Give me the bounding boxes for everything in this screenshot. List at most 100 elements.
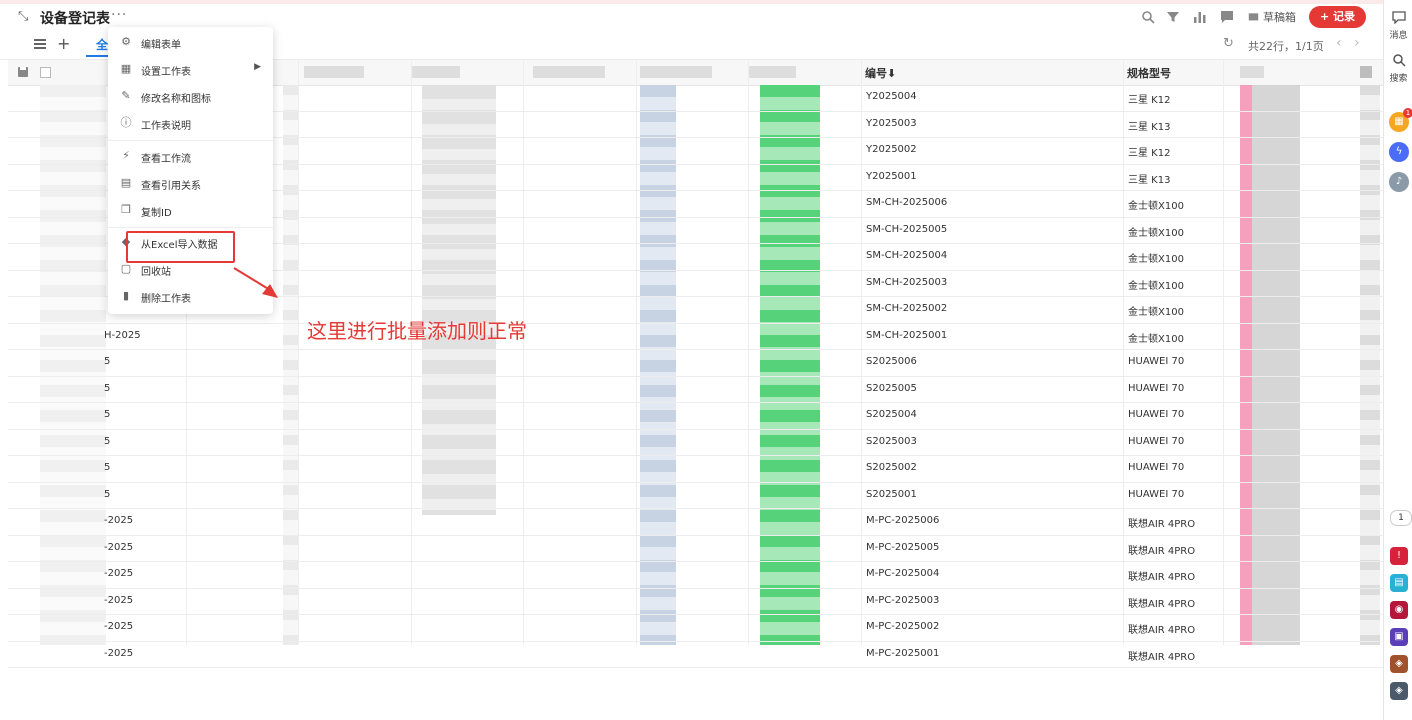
menu-item-4[interactable]: ⚡ 查看工作流 (108, 144, 273, 170)
warning-icon[interactable]: ! (1390, 547, 1408, 565)
menu-item-label: 工作表说明 (141, 121, 191, 132)
table-row[interactable]: -2025 M-PC-2025004 联想AIR 4PRO (8, 562, 1383, 589)
table-row[interactable]: 5 S2025006 HUAWEI 70 (8, 350, 1383, 377)
code-cell: M-PC-2025002 (866, 621, 940, 632)
table-row[interactable]: 5 S2025004 HUAWEI 70 (8, 403, 1383, 430)
code-cell: S2025002 (866, 462, 917, 473)
code-cell: M-PC-2025001 (866, 647, 940, 659)
camera-icon[interactable]: ◉ (1390, 601, 1408, 619)
code-cell: Y2025002 (866, 144, 917, 155)
code-cell: M-PC-2025006 (866, 515, 940, 526)
table-row[interactable]: 5 S2025002 HUAWEI 70 (8, 456, 1383, 483)
tab-all[interactable]: 全 (96, 36, 108, 53)
table-row[interactable]: 5 S2025003 HUAWEI 70 (8, 430, 1383, 456)
row-prefix-cell: H-2025 (104, 329, 141, 341)
folder-icon[interactable]: ▣ (1390, 628, 1408, 646)
code-cell: S2025001 (866, 488, 917, 500)
table-row[interactable]: 5 S2025005 HUAWEI 70 (8, 377, 1383, 403)
menu-item-label: 删除工作表 (141, 294, 191, 305)
prev-page-icon[interactable]: ‹ (1336, 35, 1342, 51)
menu-item-1[interactable]: ▦ 设置工作表 ▶ (108, 57, 273, 83)
menu-item-label: 修改名称和图标 (141, 94, 211, 105)
menu-item-0[interactable]: ⚙ 编辑表单 (108, 30, 273, 56)
rail-messages[interactable]: 消息 (1384, 10, 1412, 41)
menu-item-3[interactable]: ⓘ 工作表说明 (108, 111, 273, 137)
menu-item-label: 回收站 (141, 267, 171, 278)
table-row[interactable]: H-2025 SM-CH-2025001 金士顿X100 (8, 324, 1383, 350)
table-row[interactable]: -2025 M-PC-2025001 联想AIR 4PRO (8, 642, 1383, 668)
column-header-model[interactable]: 规格型号 (1127, 65, 1171, 81)
row-prefix-cell: 5 (104, 356, 111, 367)
code-cell: Y2025003 (866, 117, 917, 129)
next-page-icon[interactable]: › (1354, 35, 1360, 51)
notification-badge: 1 (1403, 108, 1412, 118)
list-icon[interactable] (34, 39, 46, 49)
rail-search[interactable]: 搜索 (1384, 53, 1412, 84)
submenu-arrow-icon: ▶ (254, 62, 261, 72)
blurred-header (1240, 66, 1264, 78)
blurred-header (533, 66, 605, 78)
document-icon[interactable]: ▤ (1390, 574, 1408, 592)
menu-item-6[interactable]: ❐ 复制ID (108, 198, 273, 224)
table-row[interactable]: -2025 M-PC-2025006 联想AIR 4PRO (8, 509, 1383, 536)
menu-item-5[interactable]: ▤ 查看引用关系 (108, 171, 273, 197)
save-icon[interactable] (18, 67, 28, 77)
annotation-text: 这里进行批量添加则正常 (307, 319, 527, 343)
table-row[interactable]: 5 S2025001 HUAWEI 70 (8, 483, 1383, 509)
row-prefix-cell: 5 (104, 409, 111, 420)
row-prefix-cell: 5 (104, 382, 111, 394)
model-cell: 三星 K12 (1128, 95, 1171, 106)
lightning-icon[interactable]: ϟ (1389, 142, 1409, 162)
code-cell: Y2025004 (866, 91, 917, 102)
menu-item-label: 设置工作表 (141, 67, 191, 78)
rail-search-label: 搜索 (1389, 74, 1408, 84)
model-cell: HUAWEI 70 (1128, 462, 1185, 473)
select-all-checkbox[interactable] (40, 67, 51, 78)
comment-icon[interactable] (1220, 10, 1234, 24)
row-count: 共22行，1/1页 (1248, 40, 1324, 53)
menu-item-label: 查看工作流 (141, 154, 191, 165)
row-prefix-cell: -2025 (104, 515, 134, 526)
chart-icon[interactable] (1193, 10, 1207, 24)
table-row[interactable]: -2025 M-PC-2025002 联想AIR 4PRO (8, 615, 1383, 642)
menu-divider (108, 140, 273, 141)
filter-icon[interactable] (1166, 10, 1180, 24)
row-prefix-cell: -2025 (104, 621, 134, 632)
model-cell: HUAWEI 70 (1128, 409, 1185, 420)
code-cell: S2025005 (866, 382, 917, 394)
blurred-header (640, 66, 712, 78)
row-prefix-cell: 5 (104, 462, 111, 473)
refresh-icon[interactable]: ↻ (1223, 36, 1234, 51)
column-header-code[interactable]: 编号⬇ (865, 65, 896, 81)
annotation-arrow (233, 267, 278, 298)
draft-box-link[interactable]: 草稿箱 (1263, 9, 1296, 25)
expand-icon[interactable]: ⤡ (18, 10, 32, 24)
more-options-icon[interactable]: ··· (111, 7, 127, 23)
add-record-button[interactable]: + 记录 (1309, 6, 1366, 28)
message-icon (1391, 11, 1406, 25)
row-prefix-cell: -2025 (104, 594, 134, 606)
page-badge[interactable]: 1 (1390, 510, 1412, 526)
add-view-icon[interactable]: + (57, 34, 70, 53)
model-cell: HUAWEI 70 (1128, 435, 1185, 447)
model-cell: 金士顿X100 (1128, 201, 1184, 212)
search-icon (1392, 54, 1406, 67)
table-icon: ▦ (120, 62, 132, 75)
model-cell: HUAWEI 70 (1128, 356, 1185, 367)
model-cell: 联想AIR 4PRO (1128, 651, 1196, 663)
blurred-header (412, 66, 460, 78)
gear-icon: ⚙ (121, 35, 131, 48)
blurred-header (1360, 66, 1372, 78)
menu-item-2[interactable]: ✎ 修改名称和图标 (108, 84, 273, 110)
box-icon[interactable]: ◈ (1390, 655, 1408, 673)
model-cell: HUAWEI 70 (1128, 488, 1185, 500)
model-cell: 金士顿X100 (1128, 227, 1184, 239)
layers-icon[interactable]: ◈ (1390, 682, 1408, 700)
table-row[interactable]: -2025 M-PC-2025003 联想AIR 4PRO (8, 589, 1383, 615)
search-icon[interactable] (1141, 10, 1155, 24)
bell-icon[interactable]: ♪ (1389, 172, 1409, 192)
table-row[interactable]: -2025 M-PC-2025005 联想AIR 4PRO (8, 536, 1383, 562)
draft-box-icon (1248, 13, 1259, 21)
model-cell: 三星 K12 (1128, 148, 1171, 159)
reference-icon: ▤ (120, 176, 132, 189)
